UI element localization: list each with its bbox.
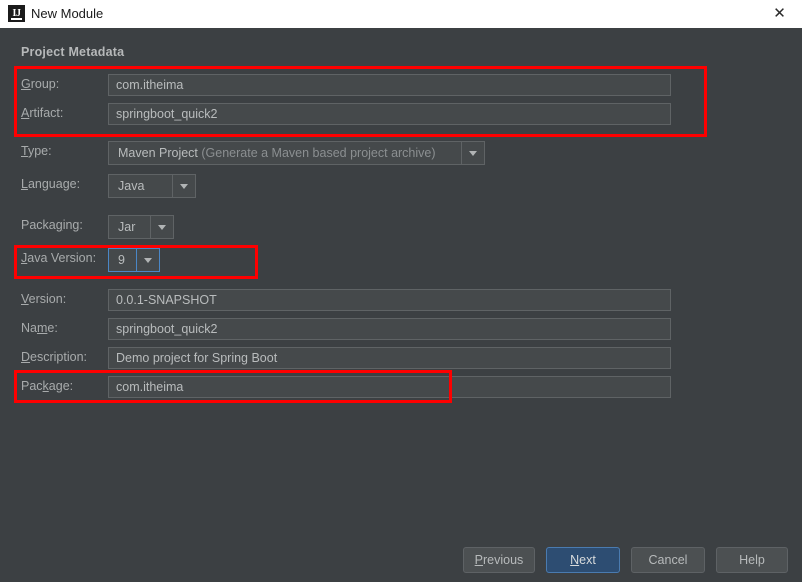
chevron-down-icon[interactable] <box>172 175 195 197</box>
artifact-input[interactable]: springboot_quick2 <box>108 103 671 125</box>
type-combobox-value: Maven Project (Generate a Maven based pr… <box>109 142 461 164</box>
language-combobox[interactable]: Java <box>108 174 196 198</box>
java-version-label: Java Version: <box>21 251 97 265</box>
java-version-combobox-value: 9 <box>118 253 125 267</box>
java-version-combobox[interactable]: 9 <box>108 248 160 272</box>
help-button[interactable]: Help <box>716 547 788 573</box>
chevron-down-icon[interactable] <box>136 249 159 271</box>
name-input[interactable]: springboot_quick2 <box>108 318 671 340</box>
artifact-label: Artifact: <box>21 106 64 120</box>
language-combobox-value: Java <box>118 179 145 193</box>
version-input[interactable]: 0.0.1-SNAPSHOT <box>108 289 671 311</box>
dialog-body: Project Metadata Group: com.itheima Arti… <box>0 28 802 582</box>
previous-button[interactable]: Previous <box>463 547 535 573</box>
close-icon[interactable]: ✕ <box>757 0 802 28</box>
group-label: Group: <box>21 77 60 91</box>
type-label: Type: <box>21 144 52 158</box>
description-label: Description: <box>21 350 88 364</box>
group-input[interactable]: com.itheima <box>108 74 671 96</box>
type-combobox[interactable]: Maven Project (Generate a Maven based pr… <box>108 141 485 165</box>
chevron-down-icon[interactable] <box>150 216 173 238</box>
cancel-button[interactable]: Cancel <box>631 547 705 573</box>
new-module-dialog: IJ New Module ✕ Project Metadata Group: … <box>0 0 802 582</box>
window-title: New Module <box>31 6 104 21</box>
packaging-combobox-value: Jar <box>118 220 136 234</box>
description-input[interactable]: Demo project for Spring Boot <box>108 347 671 369</box>
name-label: Name: <box>21 321 58 335</box>
type-value-detail: (Generate a Maven based project archive) <box>197 146 436 160</box>
package-input[interactable]: com.itheima <box>108 376 671 398</box>
intellij-idea-icon: IJ <box>8 5 25 22</box>
page-title: Project Metadata <box>21 45 125 59</box>
title-bar: IJ New Module ✕ <box>0 0 802 29</box>
packaging-combobox[interactable]: Jar <box>108 215 174 239</box>
package-label: Package: <box>21 379 74 393</box>
type-value-main: Maven Project <box>118 146 198 160</box>
language-label: Language: <box>21 177 81 191</box>
packaging-label: Packaging: <box>21 218 83 232</box>
version-label: Version: <box>21 292 67 306</box>
next-button[interactable]: Next <box>546 547 620 573</box>
chevron-down-icon[interactable] <box>461 142 484 164</box>
